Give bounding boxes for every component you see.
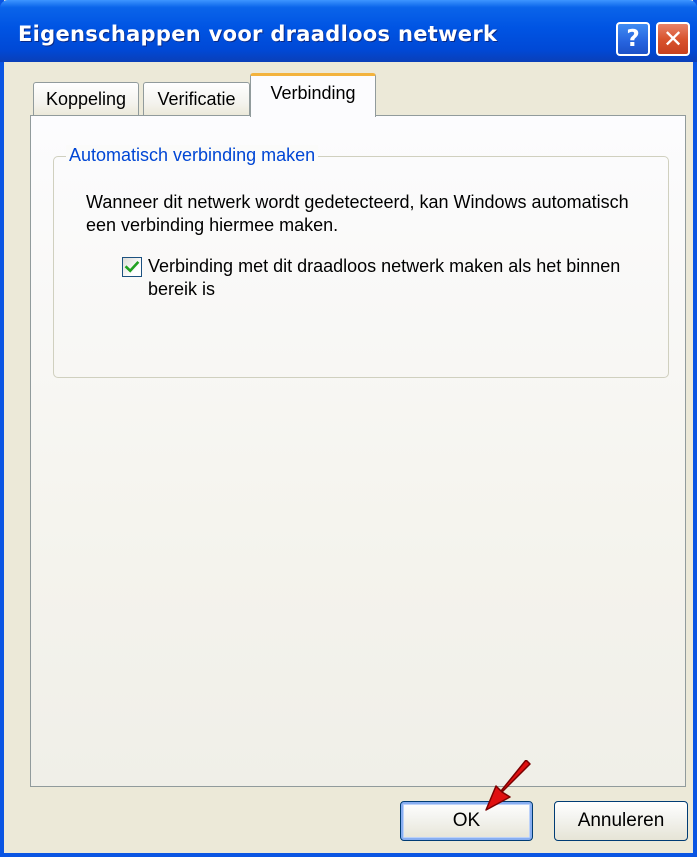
tab-koppeling[interactable]: Koppeling	[33, 82, 139, 116]
description-text: Wanneer dit netwerk wordt gedetecteerd, …	[86, 192, 629, 235]
tab-verbinding-label: Verbinding	[270, 83, 356, 103]
tab-verificatie-label: Verificatie	[157, 89, 236, 109]
tab-verbinding[interactable]: Verbinding	[250, 73, 376, 117]
close-icon: ✕	[662, 25, 684, 53]
tab-panel: Automatisch verbinding maken Wanneer dit…	[30, 115, 686, 787]
close-button[interactable]: ✕	[656, 22, 690, 56]
title-bar[interactable]: Eigenschappen voor draadloos netwerk ? ✕	[0, 0, 697, 62]
window-title: Eigenschappen voor draadloos netwerk	[18, 22, 498, 46]
connect-in-range-label[interactable]: Verbinding met dit draadloos netwerk mak…	[148, 255, 628, 301]
connect-in-range-checkbox[interactable]	[122, 257, 142, 277]
ok-button-label: OK	[452, 810, 481, 831]
group-title: Automatisch verbinding maken	[66, 145, 319, 166]
help-button[interactable]: ?	[616, 22, 650, 56]
cancel-button-label: Annuleren	[577, 810, 665, 831]
dialog-window: Eigenschappen voor draadloos netwerk ? ✕…	[0, 0, 697, 857]
help-icon: ?	[626, 26, 640, 52]
tab-koppeling-label: Koppeling	[45, 89, 127, 109]
cancel-button[interactable]: Annuleren	[554, 801, 688, 841]
tab-verificatie[interactable]: Verificatie	[143, 82, 250, 116]
group-automatic-connect: Automatisch verbinding maken Wanneer dit…	[53, 145, 669, 378]
red-arrow-icon	[485, 760, 531, 811]
checkmark-icon	[124, 260, 140, 273]
